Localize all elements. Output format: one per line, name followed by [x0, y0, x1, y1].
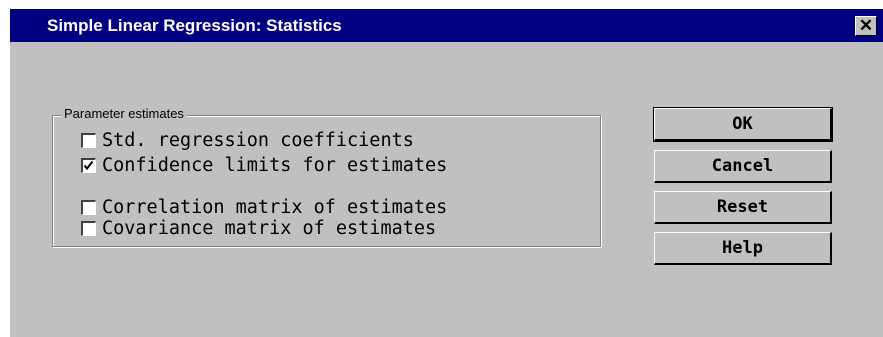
close-button[interactable]: ✕: [855, 16, 877, 36]
option-label: Std. regression coefficients: [102, 129, 414, 151]
option-covariance-matrix[interactable]: Covariance matrix of estimates: [81, 216, 436, 240]
title-bar: Simple Linear Regression: Statistics ✕: [10, 9, 883, 42]
checkbox-correlation-matrix[interactable]: [81, 199, 96, 215]
checkbox-std-regression-coefficients[interactable]: [81, 132, 96, 148]
help-button[interactable]: Help: [654, 232, 832, 265]
checkmark-icon: [83, 160, 94, 170]
window-title: Simple Linear Regression: Statistics: [47, 16, 342, 35]
parameter-estimates-group: Parameter estimates Std. regression coef…: [52, 106, 601, 247]
option-label: Covariance matrix of estimates: [102, 217, 437, 239]
option-confidence-limits[interactable]: Confidence limits for estimates: [81, 153, 447, 177]
ok-button[interactable]: OK: [653, 107, 833, 142]
checkbox-covariance-matrix[interactable]: [81, 220, 96, 236]
group-label: Parameter estimates: [61, 106, 187, 121]
option-label: Confidence limits for estimates: [102, 154, 448, 176]
option-std-regression-coefficients[interactable]: Std. regression coefficients: [81, 128, 414, 152]
dialog-window: Simple Linear Regression: Statistics ✕ P…: [10, 9, 883, 337]
cancel-button[interactable]: Cancel: [654, 150, 832, 183]
reset-button[interactable]: Reset: [654, 191, 832, 224]
close-icon: ✕: [858, 16, 874, 35]
checkbox-confidence-limits[interactable]: [81, 157, 96, 173]
option-label: Correlation matrix of estimates: [102, 196, 448, 218]
